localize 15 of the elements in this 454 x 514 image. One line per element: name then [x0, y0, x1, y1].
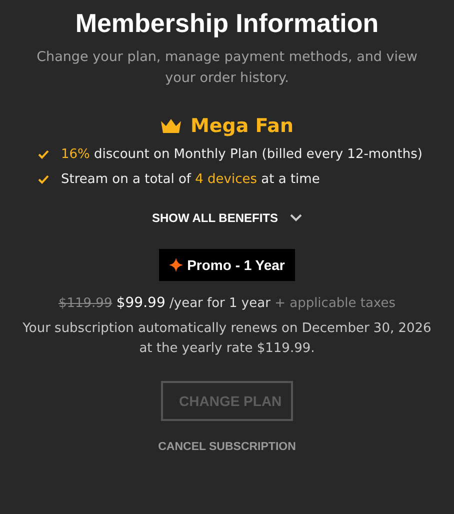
sparkle-icon — [169, 258, 184, 272]
chevron-icon — [290, 214, 302, 222]
promo-label: Promo - 1 Year — [187, 257, 285, 273]
plan-name: Mega Fan — [190, 115, 294, 137]
benefit-text: Stream on a total of 4 devices at a time — [61, 172, 320, 187]
benefit-text: 16% discount on Monthly Plan (billed every 12-months) — [61, 147, 422, 162]
show-all-benefits-button[interactable]: SHOW ALL BENEFITS — [152, 211, 302, 225]
renewal-notice: Your subscription automatically renews on December 30, 2026 at the yearly rate $119.99. — [22, 320, 432, 358]
crown-icon — [160, 118, 182, 134]
check-icon — [38, 150, 49, 159]
check-icon — [38, 175, 49, 184]
page-subtitle: Change your plan, manage payment methods, and view your order history. — [36, 48, 418, 88]
cancel-subscription-link[interactable]: CANCEL SUBSCRIPTION — [158, 441, 296, 453]
page-title: Membership Information — [75, 8, 379, 39]
price-line: $119.99 $99.99 /year for 1 year + applicable taxes — [58, 295, 396, 311]
